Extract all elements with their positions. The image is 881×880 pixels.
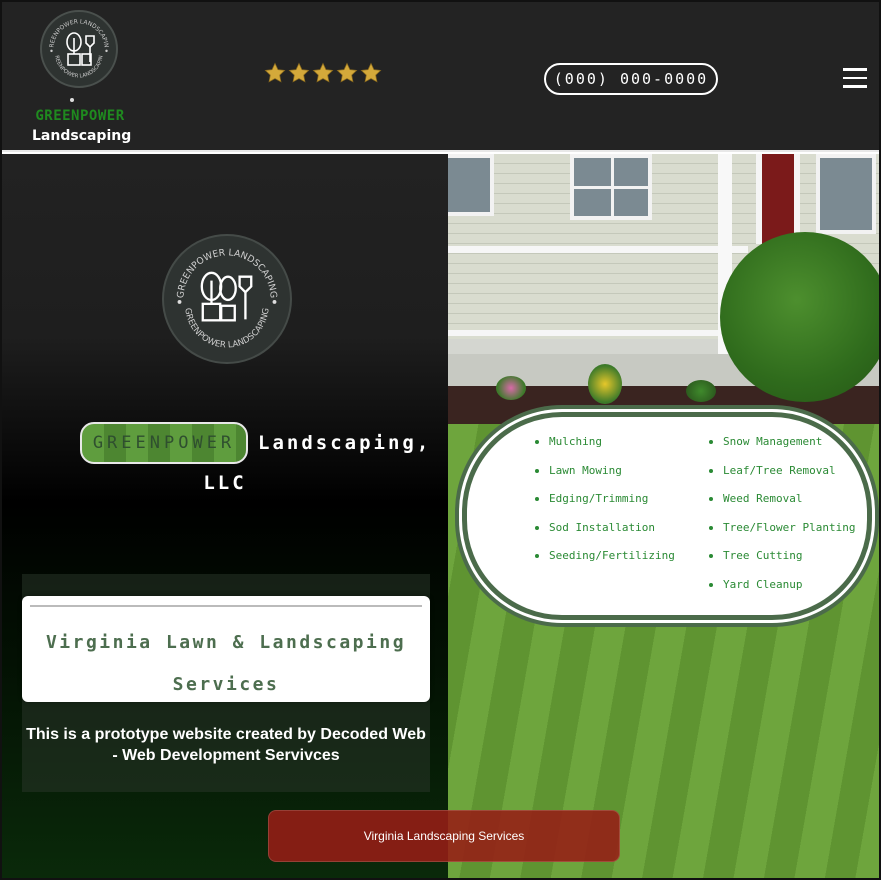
service-panel: Virginia Lawn & Landscaping Services Thi… <box>22 574 430 792</box>
star-icon <box>360 62 382 83</box>
title-llc: LLC <box>203 472 247 494</box>
hero-left-panel: GREENPOWER LANDSCAPING GREENPOWER LANDSC… <box>2 154 448 878</box>
svg-text:GREENPOWER LANDSCAPING: GREENPOWER LANDSCAPING <box>182 307 271 350</box>
flower-bush <box>588 364 622 404</box>
hamburger-line <box>843 76 867 79</box>
service-item: Yard Cleanup <box>709 578 855 607</box>
shrub <box>720 232 879 402</box>
service-item: Sod Installation <box>535 521 675 550</box>
service-item: Leaf/Tree Removal <box>709 464 855 493</box>
yard-photo: Mulching Lawn Mowing Edging/Trimming Sod… <box>448 154 879 878</box>
service-item: Tree Cutting <box>709 549 855 578</box>
porch-railing <box>448 246 748 342</box>
title-landscaping: Landscaping, <box>258 432 432 454</box>
cta-button[interactable]: Virginia Landscaping Services <box>268 810 620 862</box>
brand-name-green: GREENPOWER <box>35 108 125 124</box>
house-window <box>570 154 652 220</box>
house-window <box>448 154 494 216</box>
page: GREENPOWER LANDSCAPING GREENPOWER LANDSC… <box>0 0 881 880</box>
service-item: Tree/Flower Planting <box>709 521 855 550</box>
phone-button[interactable]: (000) 000-0000 <box>544 63 718 95</box>
front-door <box>756 154 800 244</box>
flower-bush <box>496 376 526 400</box>
brand-name-white: Landscaping <box>32 128 132 144</box>
star-icon <box>312 62 334 83</box>
svg-text:GREENPOWER LANDSCAPING: GREENPOWER LANDSCAPING <box>175 247 278 298</box>
service-item: Edging/Trimming <box>535 492 675 521</box>
hero-logo-graphic: GREENPOWER LANDSCAPING GREENPOWER LANDSC… <box>175 247 278 350</box>
services-column-b: Snow Management Leaf/Tree Removal Weed R… <box>709 435 855 606</box>
prototype-note: This is a prototype website created by D… <box>26 726 426 764</box>
service-item: Weed Removal <box>709 492 855 521</box>
star-icon <box>264 62 286 83</box>
service-item: Seeding/Fertilizing <box>535 549 675 578</box>
hero-title: GREENPOWER Landscaping, <box>80 422 431 464</box>
rating-stars <box>264 62 382 84</box>
services-column-a: Mulching Lawn Mowing Edging/Trimming Sod… <box>535 435 675 578</box>
header-logo[interactable]: GREENPOWER LANDSCAPING GREENPOWER LANDSC… <box>40 10 118 88</box>
site-header: GREENPOWER LANDSCAPING GREENPOWER LANDSC… <box>2 2 879 152</box>
flower-bush <box>686 380 716 402</box>
service-item: Lawn Mowing <box>535 464 675 493</box>
hamburger-line <box>843 85 867 88</box>
bullet-dot <box>70 98 74 102</box>
tree-shovel-icon <box>200 271 253 322</box>
services-list-card: Mulching Lawn Mowing Edging/Trimming Sod… <box>462 412 872 620</box>
service-item: Mulching <box>535 435 675 464</box>
hero-logo-top-text: GREENPOWER LANDSCAPING <box>175 247 278 298</box>
hero-logo-bottom-text: GREENPOWER LANDSCAPING <box>182 307 271 350</box>
house-window <box>816 154 876 234</box>
hamburger-menu-icon[interactable] <box>843 68 867 88</box>
title-grass-pill: GREENPOWER <box>80 422 248 464</box>
star-icon <box>288 62 310 83</box>
star-icon <box>336 62 358 83</box>
hamburger-line <box>843 68 867 71</box>
service-heading: Virginia Lawn & Landscaping Services <box>45 632 407 695</box>
service-item: Snow Management <box>709 435 855 464</box>
tree-shovel-icon <box>66 32 95 66</box>
hero-logo: GREENPOWER LANDSCAPING GREENPOWER LANDSC… <box>162 234 292 364</box>
service-heading-card: Virginia Lawn & Landscaping Services <box>22 596 430 702</box>
divider <box>30 605 422 607</box>
